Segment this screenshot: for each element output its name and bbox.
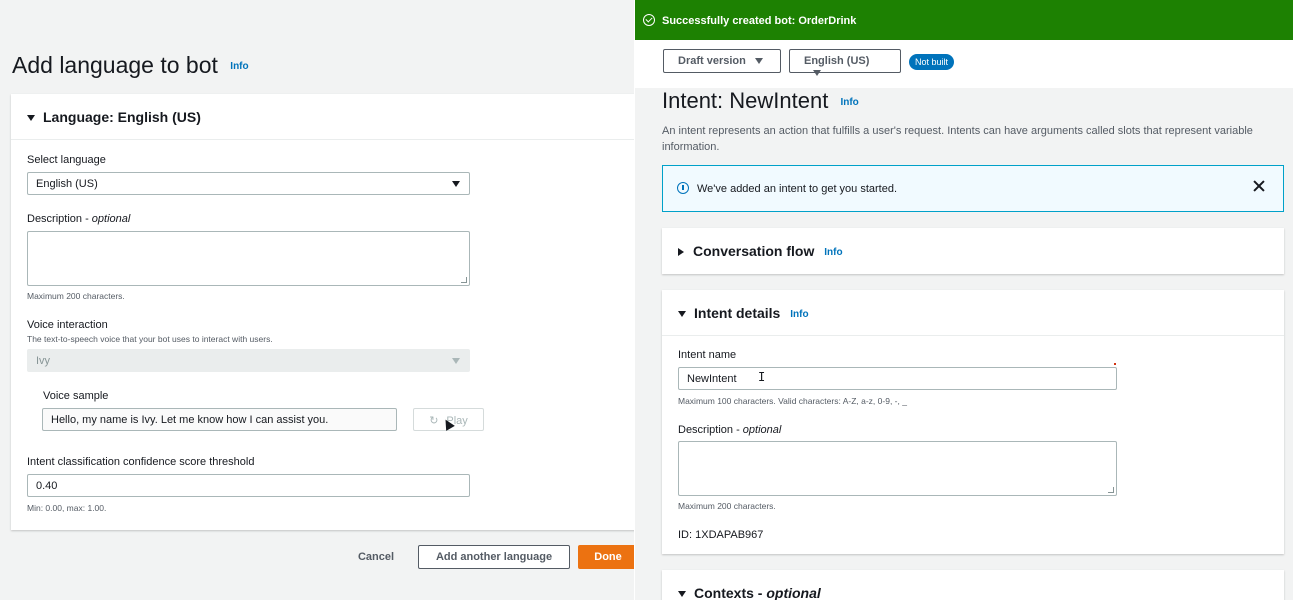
info-icon: [677, 182, 689, 194]
description-label-text: Description -: [678, 424, 743, 436]
conversation-flow-card: Conversation flow Info: [662, 228, 1284, 274]
page-title: Add language to bot Info: [12, 52, 249, 79]
resize-handle-icon[interactable]: [461, 277, 467, 283]
info-link[interactable]: Info: [230, 61, 248, 72]
cancel-button[interactable]: Cancel: [350, 550, 402, 570]
intent-title: Intent: NewIntent Info: [662, 88, 859, 114]
card-header-text: Language: English (US): [43, 109, 201, 125]
voice-sample-input[interactable]: Hello, my name is Ivy. Let me know how I…: [42, 408, 397, 431]
add-language-panel: Add language to bot Info Language: Engli…: [0, 0, 635, 600]
caret-down-icon: [678, 311, 686, 318]
caret-down-icon: [813, 70, 821, 77]
threshold-label: Intent classification confidence score t…: [27, 456, 255, 468]
caret-down-icon: [452, 358, 460, 364]
info-alert: We've added an intent to get you started…: [662, 165, 1284, 212]
voice-interaction-hint: The text-to-speech voice that your bot u…: [27, 334, 273, 344]
language-select[interactable]: English (US): [27, 172, 470, 195]
intent-description-textarea[interactable]: [678, 441, 1117, 496]
voice-select[interactable]: Ivy: [27, 349, 470, 372]
select-language-label: Select language: [27, 154, 106, 166]
required-marker: [1114, 363, 1116, 365]
intent-id: ID: 1XDAPAB967: [678, 529, 764, 541]
conversation-flow-title: Conversation flow: [693, 243, 815, 259]
caret-down-icon: [27, 115, 35, 122]
text-cursor-icon: I: [758, 370, 766, 384]
description-label: Description - optional: [27, 213, 130, 225]
caret-down-icon: [678, 591, 686, 598]
intent-description-label: Description - optional: [678, 424, 781, 436]
voice-select-value: Ivy: [36, 355, 51, 367]
language-card: Language: English (US) Select language E…: [11, 94, 635, 530]
caret-down-icon: [452, 181, 460, 187]
flash-text: Successfully created bot: OrderDrink: [662, 15, 857, 27]
success-flashbar: Successfully created bot: OrderDrink: [635, 0, 1293, 40]
intent-name-label: Intent name: [678, 349, 737, 361]
caret-down-icon: [754, 58, 763, 65]
page-title-text: Add language to bot: [12, 52, 218, 78]
refresh-icon: ↻: [429, 415, 439, 427]
done-button[interactable]: Done: [578, 545, 635, 569]
version-dropdown-label: Draft version: [678, 55, 746, 67]
info-link[interactable]: Info: [840, 97, 858, 108]
optional-text: optional: [91, 213, 131, 225]
conversation-flow-header[interactable]: Conversation flow Info: [662, 228, 1284, 274]
language-dropdown[interactable]: English (US): [789, 49, 901, 77]
description-textarea[interactable]: [27, 231, 470, 286]
intent-panel: Successfully created bot: OrderDrink Dra…: [635, 0, 1293, 600]
check-circle-icon: [643, 14, 655, 26]
threshold-hint: Min: 0.00, max: 1.00.: [27, 503, 107, 513]
intent-details-title: Intent details: [694, 305, 781, 321]
alert-text: We've added an intent to get you started…: [697, 183, 898, 195]
contexts-optional: optional: [766, 585, 821, 600]
description-hint: Maximum 200 characters.: [27, 291, 125, 301]
info-link[interactable]: Info: [790, 309, 808, 320]
intent-description-hint: Maximum 200 characters.: [678, 501, 776, 511]
language-dropdown-label: English (US): [804, 55, 870, 67]
resize-handle-icon[interactable]: [1108, 487, 1114, 493]
caret-right-icon: [678, 248, 684, 257]
threshold-input[interactable]: 0.40: [27, 474, 470, 497]
description-label-text: Description -: [27, 213, 92, 225]
voice-sample-label: Voice sample: [43, 390, 109, 402]
info-link[interactable]: Info: [824, 247, 842, 258]
intent-details-card: Intent details Info Intent name NewInten…: [662, 290, 1284, 554]
language-card-header[interactable]: Language: English (US): [11, 94, 635, 140]
intent-description: An intent represents an action that fulf…: [662, 125, 1253, 153]
optional-text: optional: [742, 424, 782, 436]
contexts-header[interactable]: Contexts - optional: [662, 570, 1284, 600]
status-badge: Not built: [909, 54, 955, 70]
add-another-language-button[interactable]: Add another language: [418, 545, 570, 569]
intent-details-header[interactable]: Intent details Info: [662, 290, 1284, 336]
close-icon[interactable]: [1253, 180, 1265, 192]
contexts-title: Contexts -: [694, 585, 767, 600]
language-select-value: English (US): [36, 178, 98, 190]
intent-name-input[interactable]: NewIntent: [678, 367, 1117, 390]
intent-title-text: Intent: NewIntent: [662, 88, 829, 113]
contexts-card: Contexts - optional: [662, 570, 1284, 600]
version-dropdown[interactable]: Draft version: [663, 49, 781, 73]
intent-name-hint: Maximum 100 characters. Valid characters…: [678, 396, 907, 406]
voice-interaction-label: Voice interaction: [27, 319, 108, 331]
